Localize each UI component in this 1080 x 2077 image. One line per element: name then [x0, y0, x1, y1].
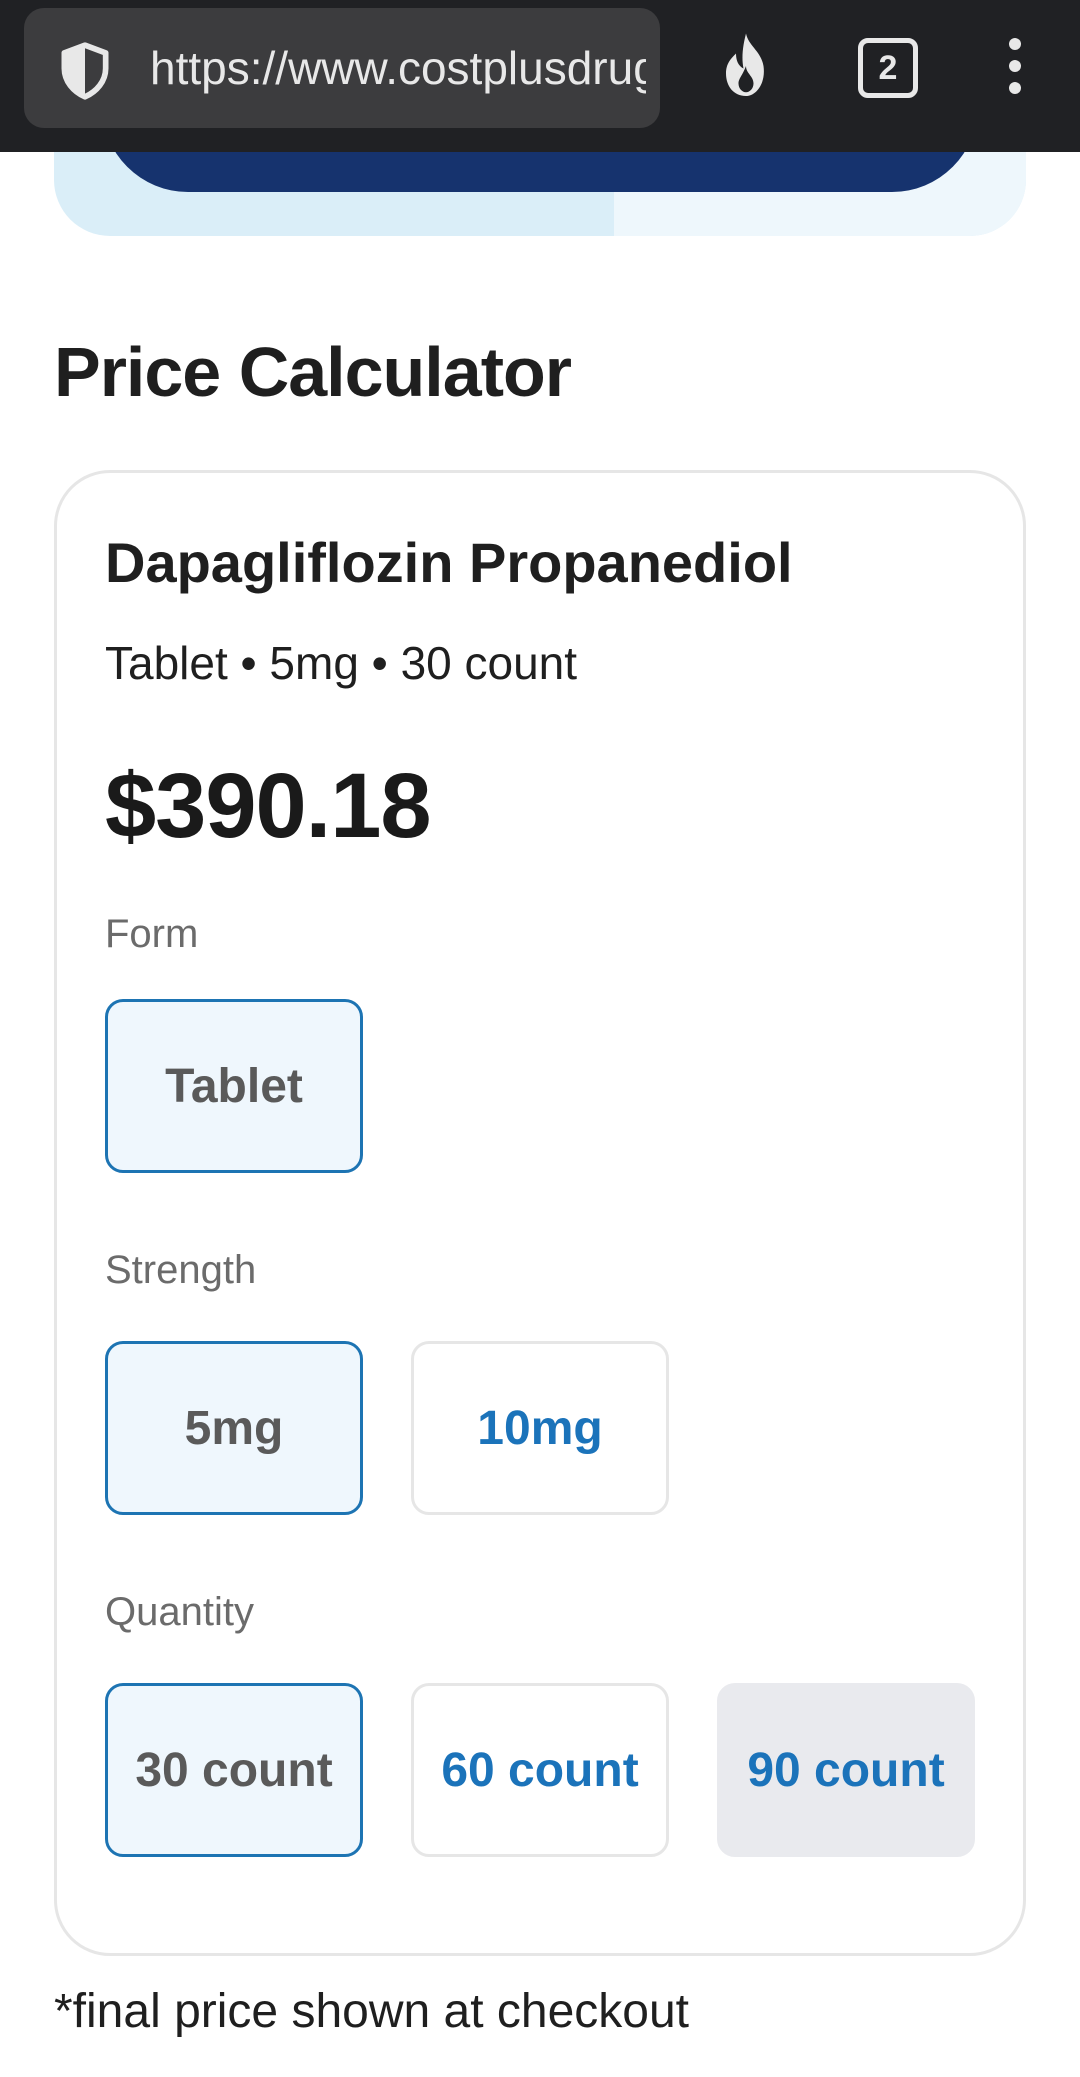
price-value: $390.18 — [105, 755, 432, 857]
drug-name: Dapagliflozin Propanediol — [105, 531, 793, 594]
tab-count: 2 — [878, 49, 898, 87]
tabs-icon[interactable]: 2 — [858, 38, 918, 98]
strength-option-10mg[interactable]: 10mg — [411, 1341, 669, 1515]
form-option-tablet[interactable]: Tablet — [105, 999, 363, 1173]
address-bar[interactable]: https://www.costplusdrugs.com — [24, 8, 660, 128]
more-menu-icon[interactable] — [1000, 38, 1030, 98]
fire-icon[interactable] — [716, 30, 776, 102]
browser-toolbar: https://www.costplusdrugs.com 2 — [0, 0, 1080, 152]
page-title: Price Calculator — [54, 333, 572, 411]
page: https://www.costplusdrugs.com 2 Price Ca… — [0, 0, 1080, 2077]
strength-label: Strength — [105, 1248, 257, 1292]
selection-summary: Tablet • 5mg • 30 count — [105, 637, 578, 689]
quantity-label: Quantity — [105, 1590, 254, 1634]
quantity-option-60[interactable]: 60 count — [411, 1683, 669, 1857]
shield-icon[interactable] — [54, 40, 116, 102]
quantity-option-90[interactable]: 90 count — [717, 1683, 975, 1857]
quantity-option-30[interactable]: 30 count — [105, 1683, 363, 1857]
form-label: Form — [105, 912, 199, 956]
checkout-footnote: *final price shown at checkout — [54, 1985, 690, 2038]
strength-option-5mg[interactable]: 5mg — [105, 1341, 363, 1515]
url-text[interactable]: https://www.costplusdrugs.com — [150, 8, 646, 128]
